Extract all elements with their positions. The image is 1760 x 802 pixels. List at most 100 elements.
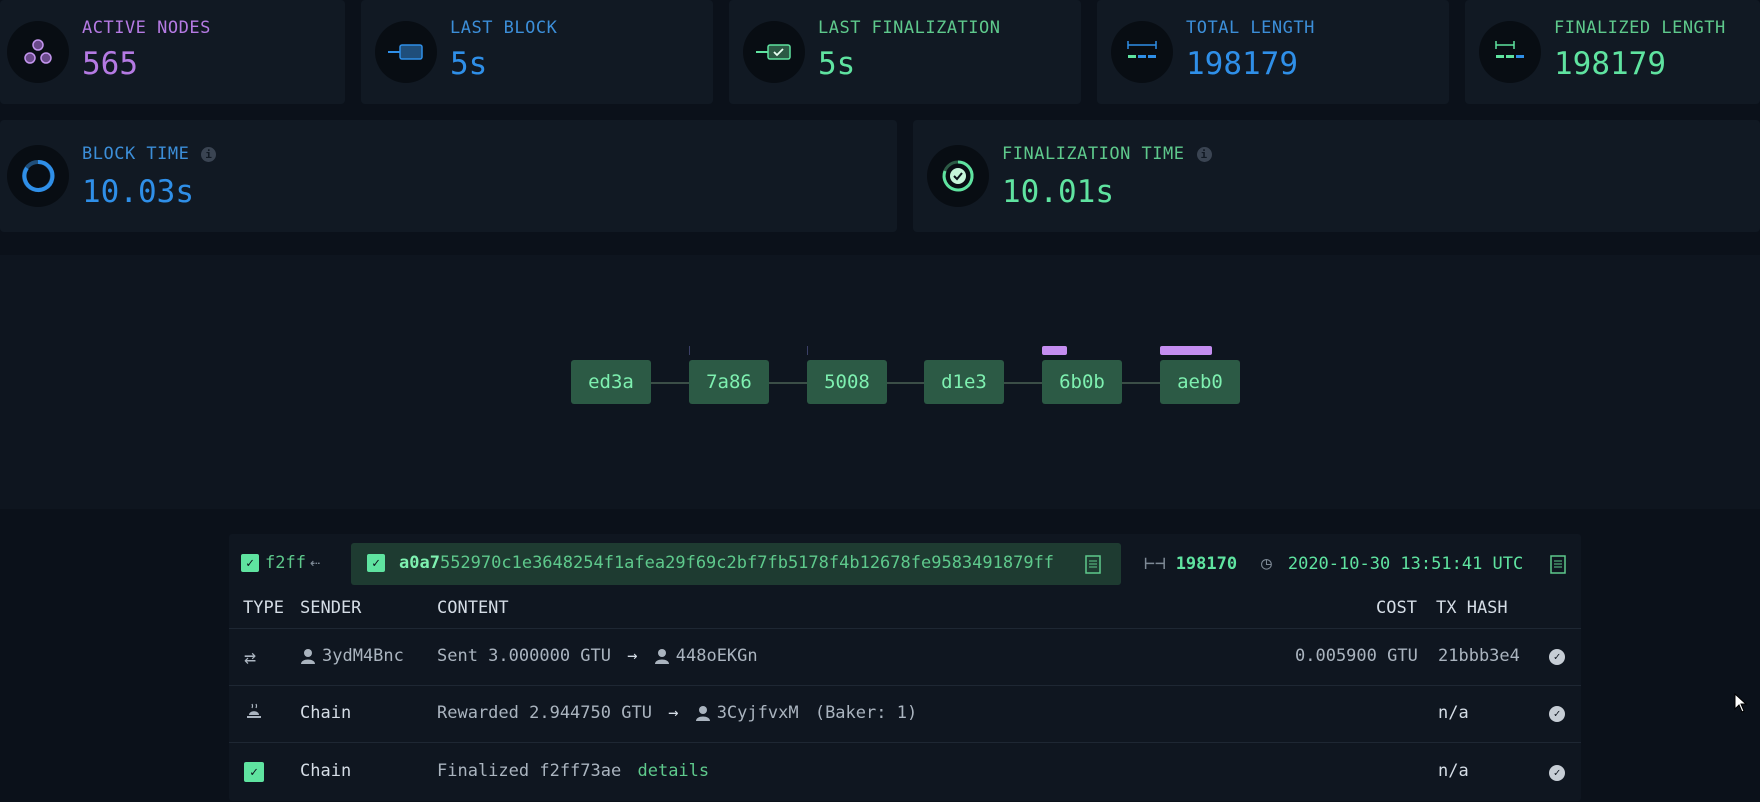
finalized-block-icon [743,21,805,83]
stat-card-total-length: TOTAL LENGTH 198179 [1097,0,1449,104]
col-sender: SENDER [300,598,362,618]
col-content: CONTENT [437,598,509,618]
finalization-progress-tick [807,346,808,355]
stat-label-text: BLOCK TIME [82,144,190,164]
chain-block[interactable]: d1e3 [924,360,1004,404]
finalized-length-icon [1479,21,1541,83]
stat-value: 10.01s [1002,174,1114,210]
finalized-check-icon: ✓ [367,554,385,572]
stat-label: TOTAL LENGTH [1186,18,1315,38]
stat-value: 5s [818,46,856,82]
chain-link [1004,382,1042,384]
table-row[interactable]: Chain Rewarded 2.944750 GTU → 3CyjfvxM (… [229,685,1581,742]
arrow-right-icon: → [668,703,679,723]
stat-label-text: FINALIZATION TIME [1002,144,1185,164]
sender-address: 3ydM4Bnc [322,646,404,666]
details-link[interactable]: details [637,761,709,781]
chain-block[interactable]: ed3a [571,360,651,404]
clock-icon: ◷ [1261,553,1272,574]
arrow-right-icon: → [627,646,638,666]
col-type: TYPE [243,598,284,618]
mouse-cursor [1734,692,1748,717]
copy-hash-icon[interactable] [1084,553,1102,579]
chain-link [769,382,807,384]
finalization-progress-bar [1160,346,1212,355]
tx-hash[interactable]: 21bbb3e4 [1438,646,1520,666]
stat-card-last-finalization: LAST FINALIZATION 5s [729,0,1081,104]
stat-label: LAST BLOCK [450,18,558,38]
recipient-address[interactable]: 3CyjfvxM [717,703,799,723]
content: Finalized f2ff73ae details [437,761,709,781]
nodes-icon [7,21,69,83]
finalization-progress-bar [1042,346,1067,355]
block-hash: ✓ a0a7 552970c1e3648254f1afea29f69c2bf7fb… [367,553,1054,573]
info-icon[interactable]: i [201,146,217,162]
chain-block[interactable]: 7a86 [689,360,769,404]
stat-label: ACTIVE NODES [82,18,211,38]
account-icon [654,649,669,664]
chain-link [1122,382,1160,384]
col-tx-hash: TX HASH [1436,598,1508,618]
block-hash-prefix: a0a7 [399,553,440,573]
status-done-icon: ✓ [1549,649,1565,665]
block-height-value: 198170 [1175,553,1238,574]
stat-value: 198179 [1554,46,1666,82]
table-row[interactable]: ✓ Chain Finalized f2ff73ae details n/a ✓ [229,742,1581,802]
table-row[interactable]: ⇄ 3ydM4Bnc Sent 3.000000 GTU → 448oEKGn … [229,628,1581,685]
chain-block[interactable]: 5008 [807,360,887,404]
sender[interactable]: 3ydM4Bnc [300,646,404,666]
sender: Chain [300,703,352,723]
sender: Chain [300,761,352,781]
recipient-address[interactable]: 448oEKGn [676,646,758,666]
stat-card-block-time: BLOCK TIME i 10.03s [0,120,897,232]
stat-label: FINALIZED LENGTH [1554,18,1726,38]
stat-label: LAST FINALIZATION [818,18,1001,38]
finalization-progress-tick [689,346,690,355]
chain-link [887,382,925,384]
status-done-icon: ✓ [1549,765,1565,781]
content-text: Sent 3.000000 GTU [437,646,611,666]
block-height: ⊢⊣ 198170 [1144,553,1237,574]
table-header: TYPE SENDER CONTENT COST TX HASH [229,598,1581,628]
height-icon: ⊢⊣ [1144,553,1166,574]
stat-value: 5s [450,46,488,82]
chain-link [651,382,689,384]
block-timestamp: ◷ 2020-10-30 13:51:41 UTC [1261,553,1523,574]
arrow-left-icon: ⇠ [309,553,321,573]
stat-card-active-nodes: ACTIVE NODES 565 [0,0,345,104]
chain-length-icon [1111,21,1173,83]
finalized-check-icon: ✓ [241,554,259,572]
finalization-time-icon [927,145,989,207]
chain-block[interactable]: aeb0 [1160,360,1240,404]
stat-value: 198179 [1186,46,1298,82]
block-time-icon [7,145,69,207]
tx-hash: n/a [1438,703,1469,723]
status-done-icon: ✓ [1549,706,1565,722]
stat-card-last-block: LAST BLOCK 5s [361,0,713,104]
block-timestamp-value: 2020-10-30 13:51:41 UTC [1287,553,1524,574]
content: Sent 3.000000 GTU → 448oEKGn [437,646,758,666]
content-suffix: (Baker: 1) [814,703,918,723]
info-icon[interactable]: i [1196,146,1212,162]
stat-label: BLOCK TIME i [82,144,217,164]
parent-block-hash: f2ff [265,553,306,573]
content-text: Rewarded 2.944750 GTU [437,703,652,723]
block-hash-rest: 552970c1e3648254f1afea29f69c2bf7fb5178f4… [439,553,1055,573]
tx-hash: n/a [1438,761,1469,781]
parent-block-link[interactable]: ✓ f2ff ⇠ [241,553,320,573]
account-icon [301,649,315,664]
content-text: Finalized f2ff73ae [437,761,622,781]
baker-reward-icon [245,702,263,725]
stat-value: 10.03s [82,174,194,210]
col-cost: COST [1376,598,1417,618]
stat-label: FINALIZATION TIME i [1002,144,1212,164]
stat-card-finalization-time: FINALIZATION TIME i 10.01s [913,120,1760,232]
copy-timestamp-icon[interactable] [1549,553,1567,579]
chain-block[interactable]: 6b0b [1042,360,1122,404]
finalized-check-icon: ✓ [244,762,264,782]
transfer-icon: ⇄ [244,645,257,669]
account-icon [695,706,710,721]
cost: 0.005900 GTU [1295,646,1418,666]
block-icon [375,21,437,83]
content: Rewarded 2.944750 GTU → 3CyjfvxM (Baker:… [437,703,917,723]
